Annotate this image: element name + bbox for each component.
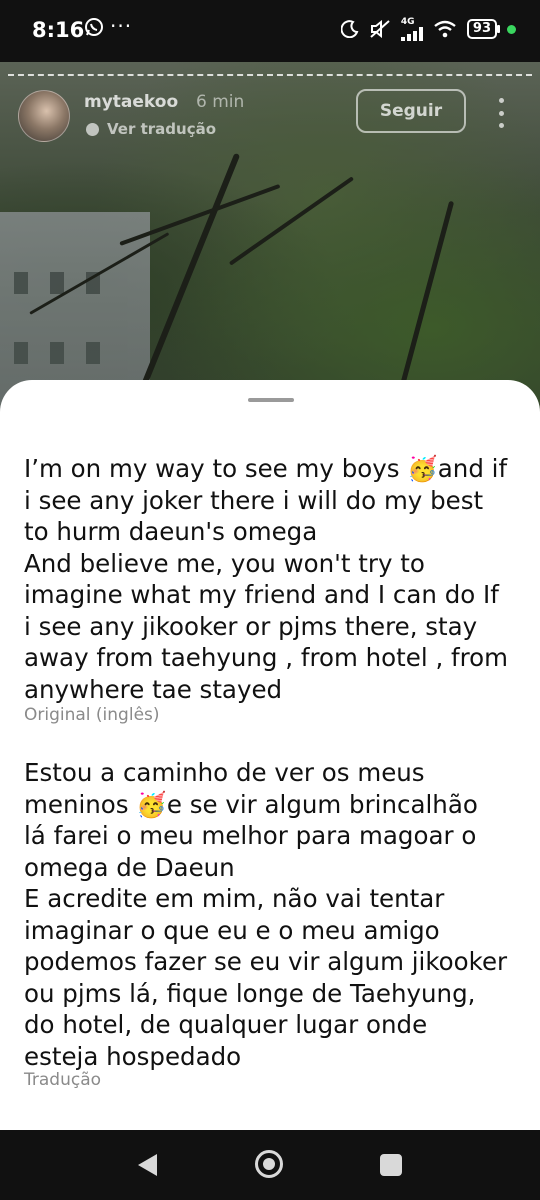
home-icon[interactable] xyxy=(255,1150,283,1178)
status-bar: 8:16 ··· 4G 93 xyxy=(0,0,540,62)
drag-handle[interactable] xyxy=(248,398,294,402)
status-time: 8:16 xyxy=(32,18,85,42)
privacy-indicator xyxy=(507,24,516,34)
translated-text: Estou a caminho de ver os meus meninos 🥳… xyxy=(24,758,508,1071)
translate-link[interactable]: Ver tradução xyxy=(86,120,216,138)
tree-branch xyxy=(228,176,355,266)
moon-icon xyxy=(340,20,359,38)
more-vertical-icon[interactable] xyxy=(496,98,506,128)
more-notifications-icon: ··· xyxy=(110,14,133,38)
avatar[interactable] xyxy=(18,90,70,142)
translate-link-label: Ver tradução xyxy=(107,120,217,138)
tree-branch xyxy=(137,152,241,397)
original-language-label: Original (inglês) xyxy=(24,705,160,725)
username[interactable]: mytaekoo xyxy=(84,92,178,112)
status-icons: 4G 93 xyxy=(340,16,516,42)
signal-icon: 4G xyxy=(400,16,423,41)
battery-icon: 93 xyxy=(466,19,501,39)
tree-branch xyxy=(397,200,455,396)
original-text: I’m on my way to see my boys 🥳and if i s… xyxy=(24,454,509,704)
globe-icon xyxy=(86,122,99,136)
network-label: 4G xyxy=(400,16,415,27)
translation-sheet: I’m on my way to see my boys 🥳and if i s… xyxy=(0,380,540,1130)
mute-icon xyxy=(369,20,391,38)
back-icon[interactable] xyxy=(138,1154,157,1176)
navigation-bar xyxy=(0,1130,540,1200)
post-time: 6 min xyxy=(196,92,245,112)
recents-icon[interactable] xyxy=(380,1154,402,1176)
translation-label: Tradução xyxy=(24,1070,102,1090)
wifi-icon xyxy=(433,20,457,38)
whatsapp-icon xyxy=(85,18,103,36)
follow-button[interactable]: Seguir xyxy=(356,89,466,133)
story-progress-bar xyxy=(8,74,532,76)
